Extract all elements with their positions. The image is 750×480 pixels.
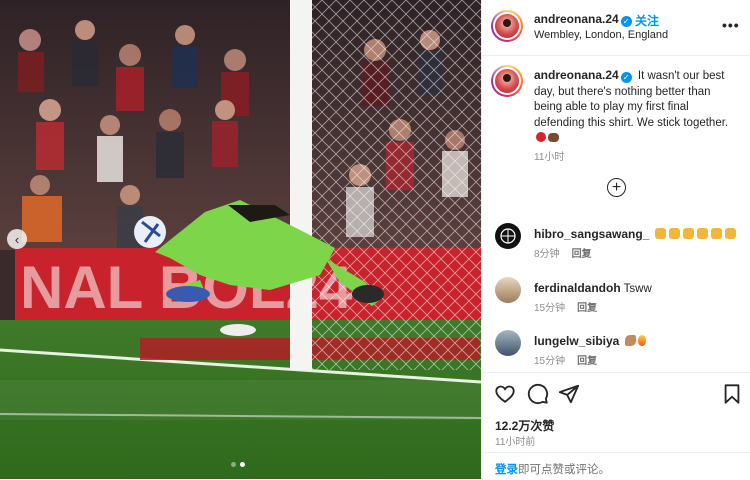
more-horizontal-icon[interactable]: ••• [722, 17, 740, 33]
clap-emoji-icon [711, 228, 723, 239]
author-username[interactable]: andreonana.24 ✓ [534, 12, 632, 27]
like-count[interactable]: 12.2万次赞 [495, 417, 554, 434]
instagram-post: NAL BOL24 ‹ [0, 0, 750, 479]
verified-badge-icon: ✓ [620, 16, 632, 27]
comment-time: 15分钟 [534, 356, 566, 367]
commenter-avatar[interactable] [495, 277, 521, 303]
plus-circle-icon[interactable]: + [607, 178, 626, 197]
comment-time: 15分钟 [534, 303, 566, 314]
fire-emoji-icon [638, 335, 647, 346]
bookmark-icon[interactable] [721, 383, 743, 405]
reply-button[interactable]: 回复 [577, 356, 597, 367]
post-location[interactable]: Wembley, London, England [534, 29, 668, 41]
red-circle-emoji-icon [536, 132, 546, 142]
comment-icon[interactable] [527, 383, 549, 405]
commenter-avatar[interactable] [495, 330, 521, 356]
commenter-avatar[interactable] [495, 223, 521, 249]
comment-time: 8分钟 [534, 249, 560, 260]
comment-item: hibro_sangsawang_ 8分钟 回复 [482, 223, 750, 263]
login-prompt-text: 即可点赞或评论。 [518, 464, 610, 476]
login-link[interactable]: 登录 [495, 464, 518, 476]
share-icon[interactable] [558, 383, 580, 405]
clap-emoji-icon [683, 228, 695, 239]
goalkeeper-dive-image: NAL BOL24 [0, 0, 481, 479]
comment-meta: 15分钟 回复 [534, 299, 609, 314]
author-avatar[interactable] [491, 10, 523, 42]
carousel-dot [231, 462, 236, 467]
reply-button[interactable]: 回复 [577, 303, 597, 314]
carousel-prev-button[interactable]: ‹ [7, 229, 27, 249]
post-timestamp: 11小时前 [495, 437, 536, 448]
follow-button[interactable]: 关注 [635, 12, 659, 29]
post-side-panel: andreonana.24 ✓ 关注 Wembley, London, Engla… [481, 0, 750, 479]
comment-item: lungelw_sibiya 15分钟 回复 [482, 330, 750, 370]
heart-icon[interactable] [494, 383, 516, 405]
commenter-username[interactable]: hibro_sangsawang_ [534, 227, 649, 241]
comment-meta: 8分钟 回复 [534, 245, 604, 260]
post-photo[interactable]: NAL BOL24 ‹ [0, 0, 481, 479]
fist-emoji-icon [548, 133, 559, 142]
clap-emoji-icon [725, 228, 737, 239]
muscle-emoji-icon [625, 335, 637, 346]
comment-item: ferdinaldandoh Tsww 15分钟 回复 [482, 277, 750, 317]
reply-button[interactable]: 回复 [572, 249, 592, 260]
carousel-dots [231, 462, 245, 467]
caption-timestamp: 11小时 [534, 152, 565, 163]
clap-emoji-icon [697, 228, 709, 239]
comment-text: ferdinaldandoh Tsww [534, 281, 652, 295]
caption-avatar[interactable] [491, 65, 523, 97]
comment-text: lungelw_sibiya [534, 334, 647, 348]
login-prompt: 登录即可点赞或评论。 [482, 452, 750, 480]
caption-username[interactable]: andreonana.24 ✓ [534, 68, 632, 83]
post-actions: 12.2万次赞 11小时前 登录即可点赞或评论。 [482, 372, 750, 479]
commenter-username[interactable]: ferdinaldandoh [534, 281, 621, 295]
clap-emoji-icon [669, 228, 681, 239]
carousel-dot-active [240, 462, 245, 467]
commenter-username[interactable]: lungelw_sibiya [534, 334, 619, 348]
verified-badge-icon: ✓ [620, 72, 632, 83]
clap-emoji-icon [655, 228, 667, 239]
chevron-left-icon: ‹ [14, 231, 20, 247]
comment-meta: 15分钟 回复 [534, 352, 609, 367]
post-header: andreonana.24 ✓ 关注 Wembley, London, Engla… [482, 0, 750, 56]
caption-text: andreonana.24 ✓ It wasn't our best day, b… [534, 68, 734, 147]
comment-text: hibro_sangsawang_ [534, 227, 737, 241]
